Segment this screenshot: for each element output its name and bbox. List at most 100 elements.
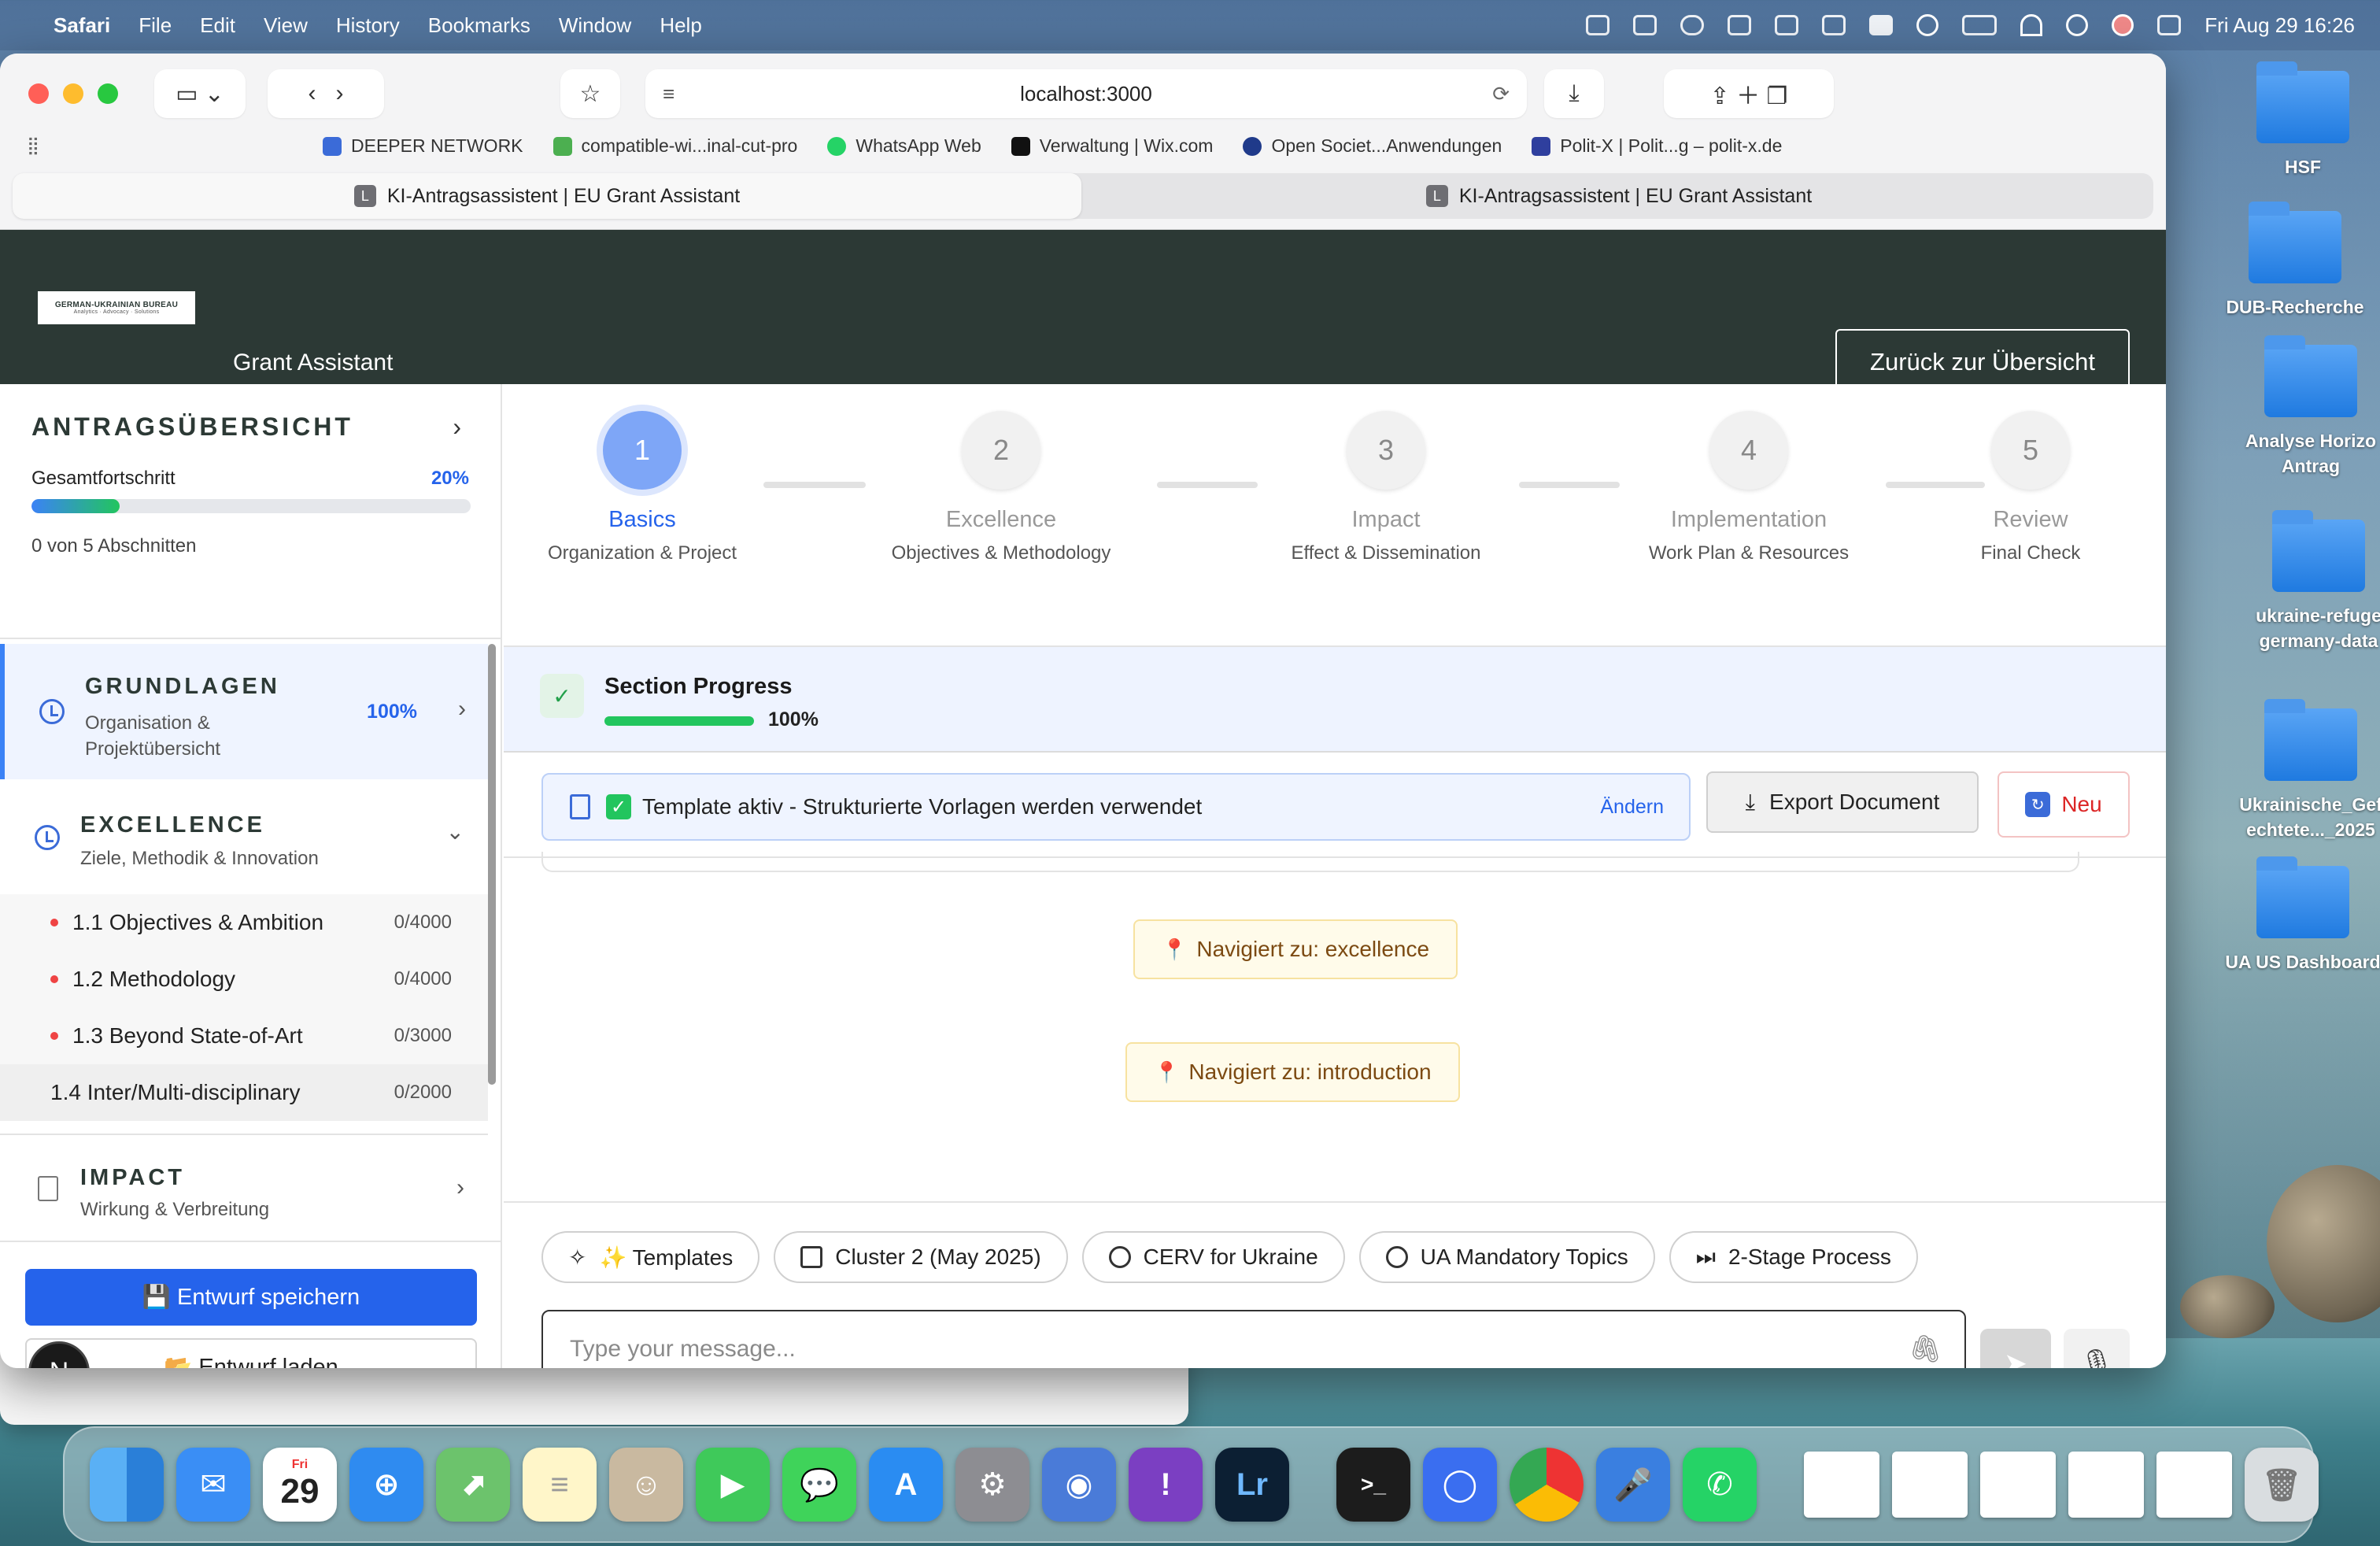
maps-icon[interactable]: ⬈ bbox=[436, 1448, 510, 1522]
expand-icon[interactable] bbox=[1775, 15, 1799, 35]
minimized-window-thumbnail[interactable] bbox=[1980, 1452, 2056, 1518]
menu-file[interactable]: File bbox=[139, 13, 172, 38]
chip-templates[interactable]: ✧ ✨ Templates bbox=[541, 1231, 760, 1283]
disk-utility-icon[interactable]: ◉ bbox=[1042, 1448, 1116, 1522]
step-excellence[interactable]: 2 Excellence Objectives & Methodology bbox=[859, 411, 1143, 564]
contacts-icon[interactable]: ☺ bbox=[609, 1448, 683, 1522]
sidebar-section-grundlagen[interactable]: GRUNDLAGEN Organisation & Projektübersic… bbox=[0, 644, 488, 779]
status-app-icon[interactable] bbox=[1869, 15, 1894, 35]
minimize-window-button[interactable] bbox=[63, 83, 83, 104]
lightroom-icon[interactable]: Lr bbox=[1215, 1448, 1289, 1522]
trash-icon[interactable]: 🗑 bbox=[2245, 1448, 2319, 1522]
status-app-icon[interactable] bbox=[1586, 15, 1610, 35]
bureau-logo[interactable]: GERMAN-UKRAINIAN BUREAU Analytics · Advo… bbox=[38, 291, 195, 324]
share-add-tabs-group[interactable]: ⇪ ＋ ❐ bbox=[1664, 69, 1834, 118]
minimized-window-thumbnail[interactable] bbox=[1892, 1452, 1968, 1518]
menu-history[interactable]: History bbox=[336, 13, 400, 38]
menu-help[interactable]: Help bbox=[660, 13, 701, 38]
calendar-icon[interactable]: Fri 29 bbox=[263, 1448, 337, 1522]
step-basics[interactable]: 1 Basics Organization & Project bbox=[501, 411, 784, 564]
favorite-link[interactable]: Open Societ...Anwendungen bbox=[1243, 135, 1502, 157]
save-draft-button[interactable]: 💾 Entwurf speichern bbox=[25, 1269, 477, 1326]
facetime-icon[interactable]: ▶ bbox=[696, 1448, 770, 1522]
chat-messages[interactable]: 📍 Navigiert zu: excellence 📍 Navigiert z… bbox=[504, 852, 2166, 1203]
battery-icon[interactable] bbox=[1962, 15, 1998, 35]
chip-cluster-2[interactable]: Cluster 2 (May 2025) bbox=[774, 1231, 1068, 1283]
step-impact[interactable]: 3 Impact Effect & Dissemination bbox=[1244, 411, 1528, 564]
sidebar-toggle-button[interactable]: ▭ ⌄ bbox=[154, 69, 246, 118]
export-document-button[interactable]: ⤓ Export Document bbox=[1706, 771, 1979, 833]
signal-icon[interactable]: ◯ bbox=[1423, 1448, 1497, 1522]
minimized-window-thumbnail[interactable] bbox=[2068, 1452, 2144, 1518]
desktop-folder[interactable]: DUB-Recherche bbox=[2208, 202, 2380, 320]
favorite-link[interactable]: compatible-wi...inal-cut-pro bbox=[552, 135, 797, 157]
desktop-folder[interactable]: ukraine-refuge germany-data bbox=[2232, 510, 2380, 653]
menu-edit[interactable]: Edit bbox=[200, 13, 235, 38]
menu-app-name[interactable]: Safari bbox=[54, 13, 110, 38]
desktop-folder[interactable]: HSF bbox=[2216, 61, 2380, 179]
subsection-item[interactable]: 1.3 Beyond State-of-Art 0/3000 bbox=[0, 1008, 488, 1064]
wifi-icon[interactable] bbox=[2020, 14, 2043, 36]
chrome-icon[interactable] bbox=[1510, 1448, 1584, 1522]
sidebar-section-impact[interactable]: IMPACT Wirkung & Verbreitung › bbox=[0, 1134, 488, 1236]
menu-bookmarks[interactable]: Bookmarks bbox=[428, 13, 530, 38]
chevron-right-icon[interactable]: › bbox=[453, 412, 461, 442]
status-app-icon[interactable] bbox=[1822, 15, 1846, 35]
feedback-icon[interactable]: ! bbox=[1129, 1448, 1203, 1522]
favorite-link[interactable]: DEEPER NETWORK bbox=[323, 135, 523, 157]
menu-window[interactable]: Window bbox=[559, 13, 631, 38]
control-center-icon[interactable] bbox=[2157, 15, 2182, 35]
voice-memos-icon[interactable]: 🎤 bbox=[1596, 1448, 1670, 1522]
close-window-button[interactable] bbox=[28, 83, 49, 104]
system-settings-icon[interactable]: ⚙ bbox=[955, 1448, 1029, 1522]
desktop-folder[interactable]: Ukrainische_Gef echtete..._2025 bbox=[2224, 699, 2380, 842]
accessibility-icon[interactable] bbox=[1916, 14, 1939, 36]
minimized-window-thumbnail[interactable] bbox=[1804, 1452, 1879, 1518]
send-button[interactable]: ➤ bbox=[1980, 1329, 2051, 1368]
favorite-link[interactable]: Polit-X | Polit...g – polit-x.de bbox=[1532, 135, 1782, 157]
message-input[interactable]: Type your message... 🖇 bbox=[541, 1310, 1966, 1368]
notes-icon[interactable]: ≡ bbox=[523, 1448, 597, 1522]
microphone-button[interactable]: 🎙 bbox=[2064, 1329, 2130, 1368]
terminal-icon[interactable]: >_ bbox=[1336, 1448, 1410, 1522]
tab-active[interactable]: L KI-Antragsassistent | EU Grant Assistan… bbox=[13, 173, 1081, 219]
back-nav-button[interactable]: ‹ › bbox=[268, 69, 384, 118]
address-bar[interactable]: ≡ localhost:3000 ⟳ bbox=[645, 69, 1527, 118]
whatsapp-icon[interactable]: ✆ bbox=[1683, 1448, 1757, 1522]
step-review[interactable]: 5 Review Final Check bbox=[1936, 411, 2125, 564]
subsection-item[interactable]: 1.1 Objectives & Ambition 0/4000 bbox=[0, 894, 488, 951]
safari-icon[interactable]: ⊕ bbox=[349, 1448, 423, 1522]
menu-view[interactable]: View bbox=[264, 13, 308, 38]
app-store-icon[interactable]: A bbox=[869, 1448, 943, 1522]
user-avatar-icon[interactable] bbox=[2112, 14, 2134, 36]
chip-two-stage[interactable]: ⏭ 2-Stage Process bbox=[1669, 1231, 1918, 1283]
reader-icon[interactable]: ≡ bbox=[663, 82, 674, 106]
translate-reload-icon[interactable]: ⟳ bbox=[1492, 82, 1510, 106]
sidebar-scrollbar[interactable] bbox=[488, 644, 496, 1085]
minimized-window-thumbnail[interactable] bbox=[2156, 1452, 2232, 1518]
display-icon[interactable] bbox=[1728, 15, 1752, 35]
subsection-item[interactable]: 1.2 Methodology 0/4000 bbox=[0, 951, 488, 1008]
desktop-folder[interactable]: Analyse Horizo Antrag bbox=[2224, 335, 2380, 479]
chip-ua-topics[interactable]: UA Mandatory Topics bbox=[1358, 1231, 1655, 1283]
menu-datetime[interactable]: Fri Aug 29 16:26 bbox=[2204, 13, 2355, 38]
favorite-link[interactable]: WhatsApp Web bbox=[827, 135, 981, 157]
paperclip-icon[interactable]: 🖇 bbox=[1909, 1333, 1942, 1365]
tab-inactive[interactable]: L KI-Antragsassistent | EU Grant Assistan… bbox=[1085, 173, 2153, 219]
subsection-item[interactable]: 1.4 Inter/Multi-disciplinary 0/2000 bbox=[0, 1064, 488, 1121]
change-template-link[interactable]: Ändern bbox=[1600, 796, 1664, 819]
messages-icon[interactable]: 💬 bbox=[782, 1448, 856, 1522]
step-implementation[interactable]: 4 Implementation Work Plan & Resources bbox=[1607, 411, 1890, 564]
new-button[interactable]: ↻ Neu bbox=[1998, 771, 2130, 838]
mail-icon[interactable]: ✉ bbox=[176, 1448, 250, 1522]
desktop-folder[interactable]: UA US Dashboard bbox=[2216, 856, 2380, 975]
sidebar-section-excellence[interactable]: EXCELLENCE Ziele, Methodik & Innovation … bbox=[0, 781, 488, 891]
downloads-button[interactable]: ⤓ bbox=[1544, 69, 1604, 118]
status-app-icon[interactable] bbox=[1633, 15, 1658, 35]
fullscreen-window-button[interactable] bbox=[98, 83, 118, 104]
search-icon[interactable] bbox=[2066, 14, 2089, 36]
load-draft-button[interactable]: 📂 Entwurf laden bbox=[25, 1338, 477, 1368]
finder-icon[interactable] bbox=[90, 1448, 164, 1522]
chip-cerv[interactable]: CERV for Ukraine bbox=[1081, 1231, 1345, 1283]
bookmark-star-button[interactable]: ☆ bbox=[560, 69, 620, 118]
